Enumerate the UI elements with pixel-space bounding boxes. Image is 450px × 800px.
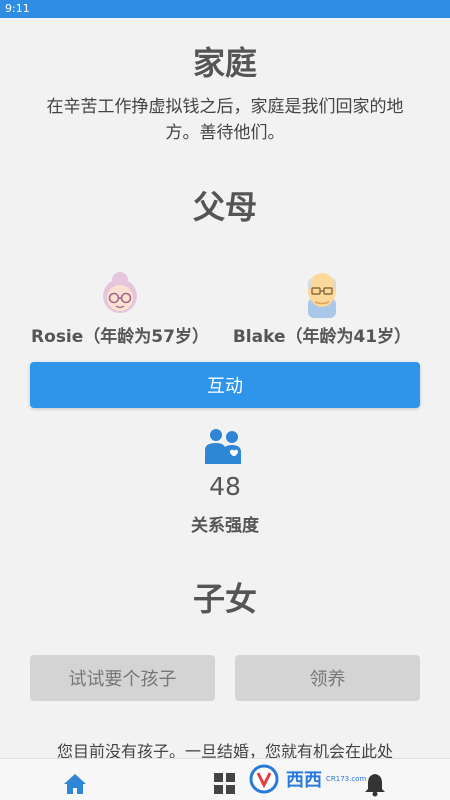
try-child-button[interactable]: 试试要个孩子	[30, 655, 215, 701]
children-description: 您目前没有孩子。一旦结婚，您就有机会在此处	[56, 742, 393, 758]
watermark-text: 西西	[286, 770, 322, 791]
grid-icon[interactable]	[212, 771, 238, 797]
watermark-subtext: CR173.com	[326, 775, 367, 783]
father-label: Blake（年龄为41岁）	[232, 327, 412, 347]
family-title: 家庭	[192, 44, 257, 82]
home-icon[interactable]	[62, 771, 88, 797]
grandfather-avatar-icon	[307, 273, 337, 318]
adopt-button[interactable]: 领养	[235, 655, 420, 701]
family-description: 在辛苦工作挣虚拟钱之后，家庭是我们回家的地方。善待他们。	[46, 97, 404, 143]
status-bar: 9:11	[0, 0, 450, 18]
relationship-value: 48	[209, 472, 241, 501]
relationship-label: 关系强度	[191, 516, 259, 536]
mother-label: Rosie（年龄为57岁）	[31, 327, 209, 347]
watermark-logo: 西西 CR173.com	[248, 762, 438, 796]
status-time: 9:11	[5, 2, 30, 15]
main-content: 家庭 在辛苦工作挣虚拟钱之后，家庭是我们回家的地方。善待他们。 父母 Rosie…	[0, 18, 450, 758]
interact-button[interactable]: 互动	[30, 362, 420, 408]
father-card[interactable]: Blake（年龄为41岁）	[222, 268, 422, 347]
mother-card[interactable]: Rosie（年龄为57岁）	[20, 268, 220, 347]
relationship-icon	[205, 429, 241, 464]
watermark-icon	[249, 764, 279, 794]
grandmother-avatar-icon	[103, 272, 137, 313]
children-title: 子女	[192, 580, 257, 618]
parents-title: 父母	[192, 188, 257, 226]
